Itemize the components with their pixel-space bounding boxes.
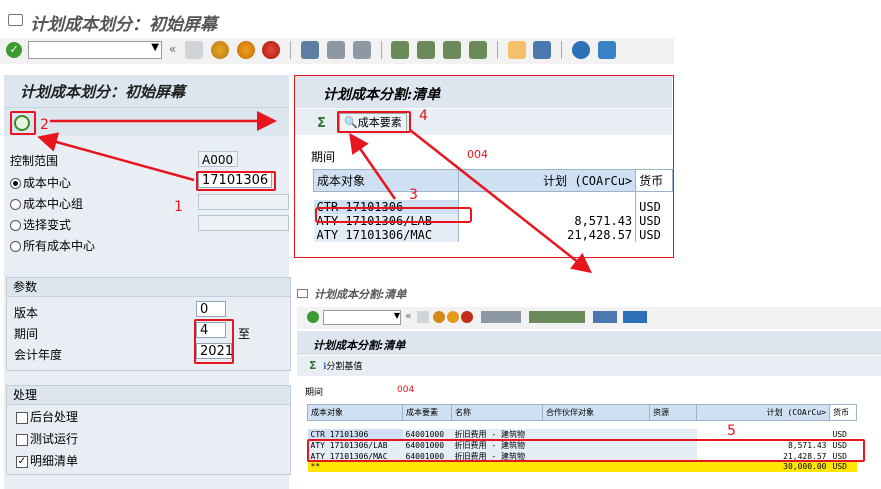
arrow-4 bbox=[409, 129, 592, 274]
annotation-arrows bbox=[37, 111, 592, 274]
arrow-1 bbox=[37, 132, 195, 182]
arrow-3 bbox=[349, 132, 397, 200]
